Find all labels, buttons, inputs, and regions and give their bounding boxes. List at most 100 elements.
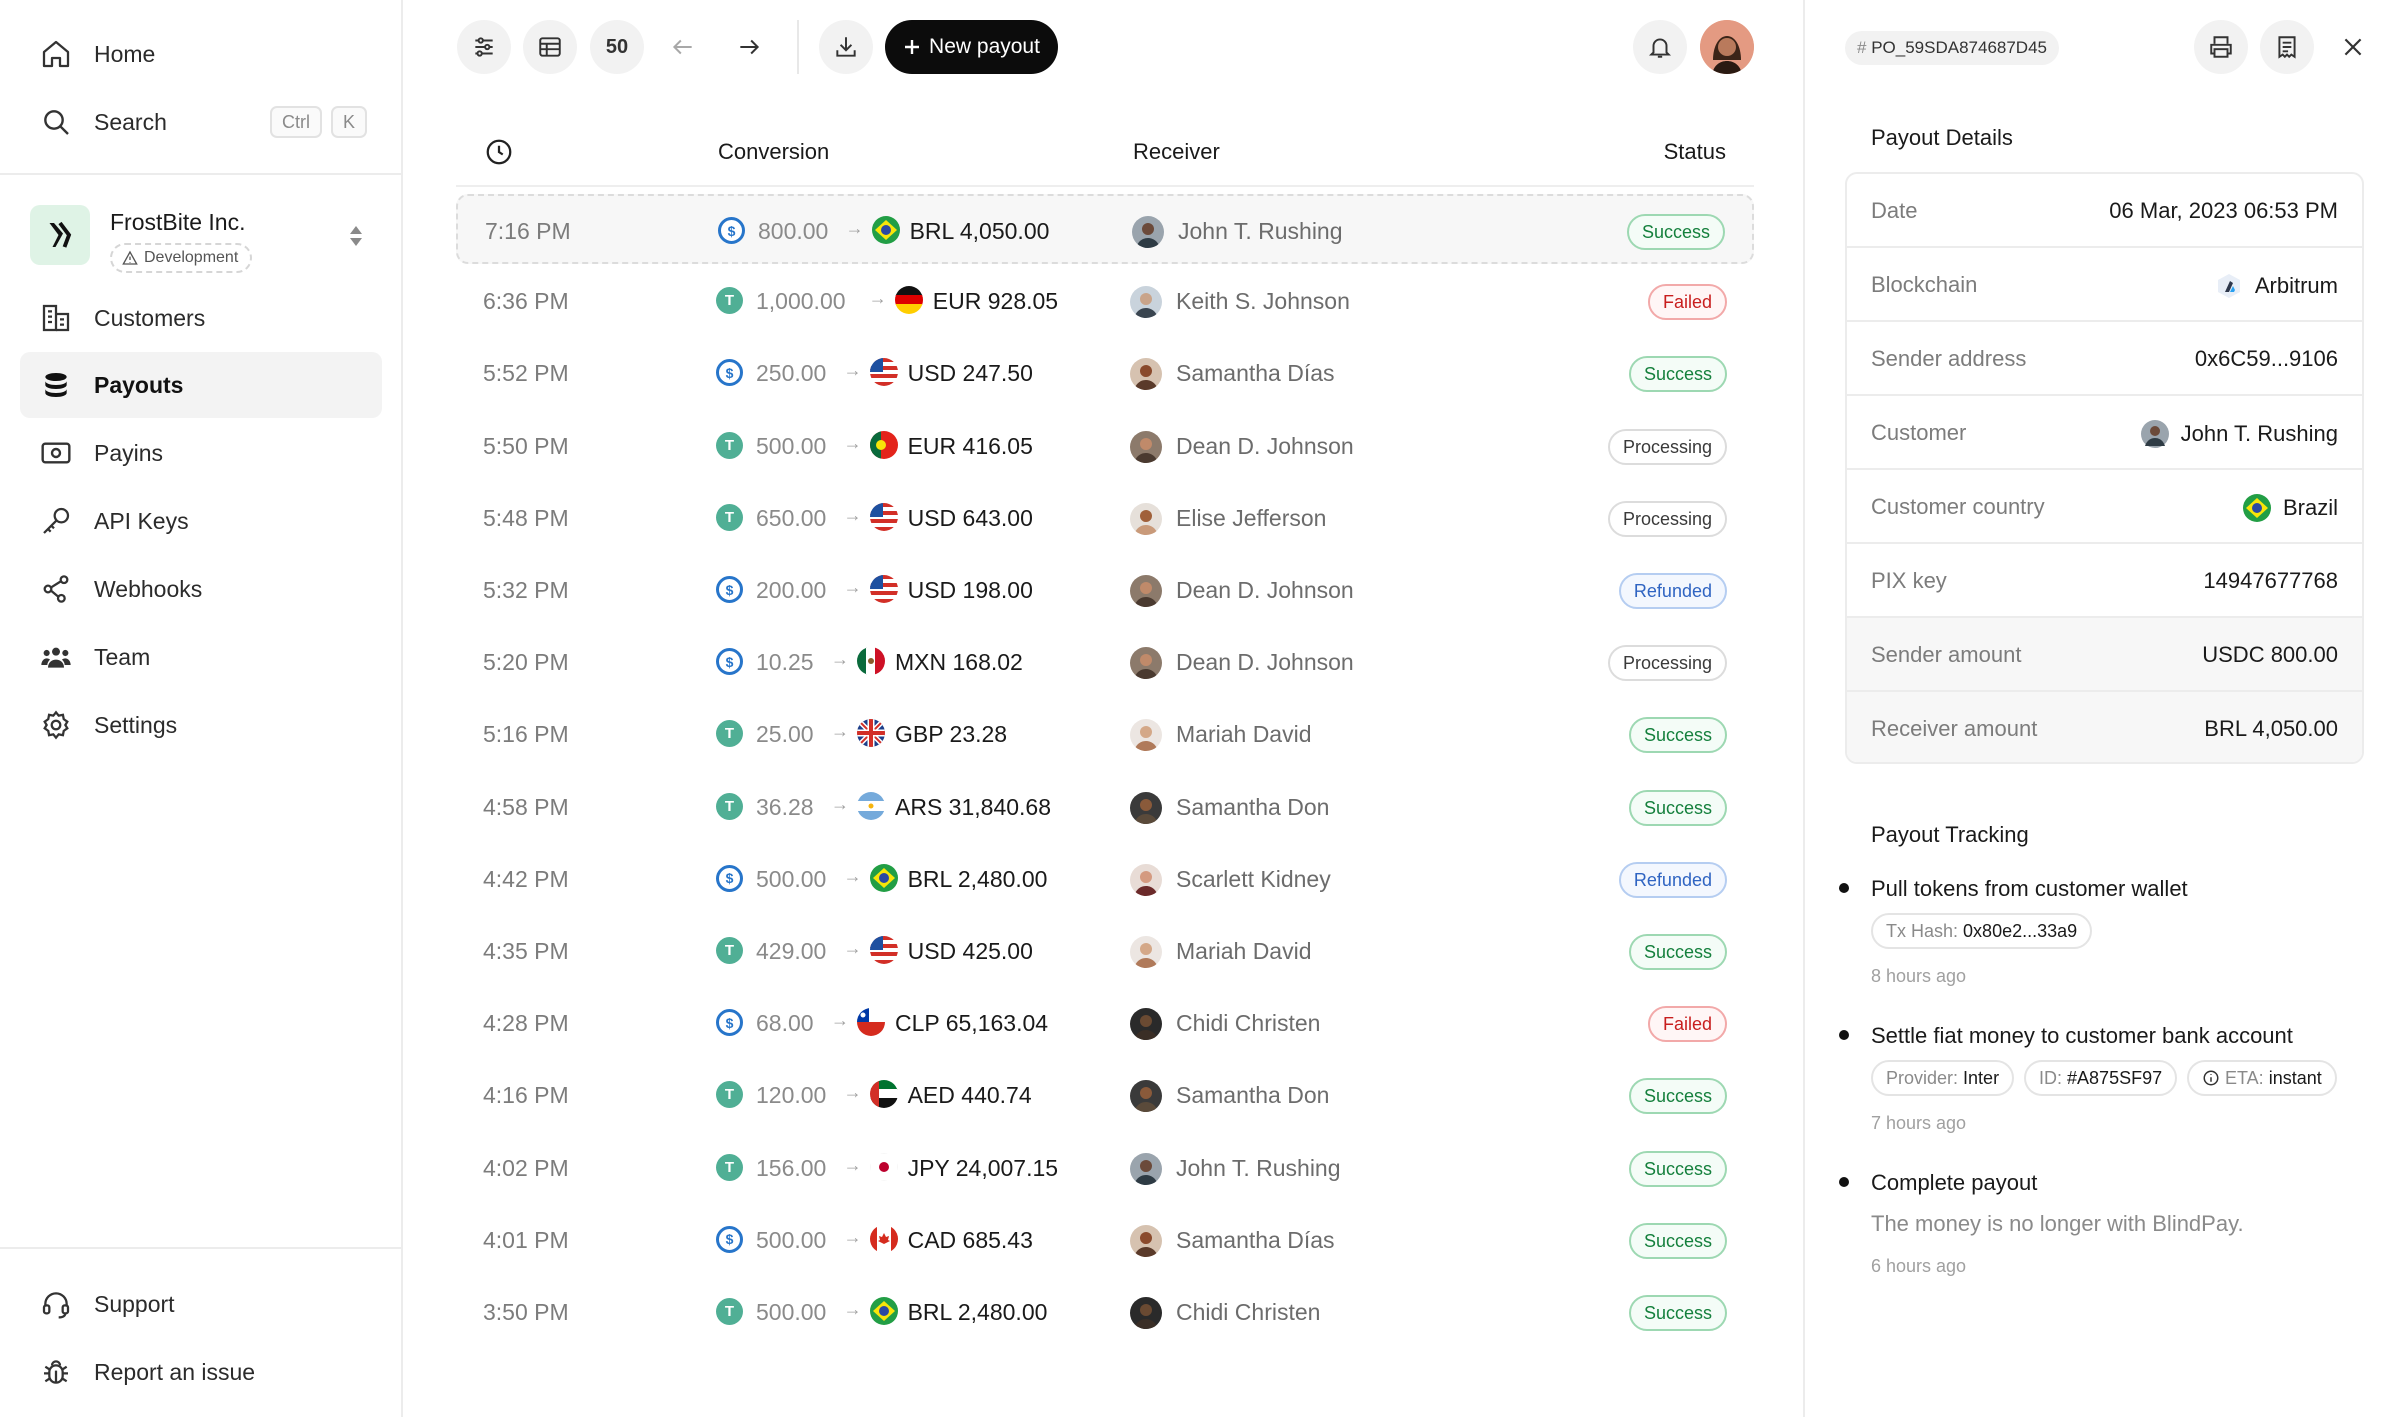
- receiver-name: Samantha Días: [1176, 360, 1335, 387]
- payout-time: 4:42 PM: [483, 865, 569, 892]
- usdt-token-icon: T: [716, 937, 743, 964]
- table-view-button[interactable]: [523, 20, 577, 74]
- org-switcher[interactable]: FrostBite Inc. Development: [30, 205, 375, 275]
- table-row[interactable]: 5:50 PM T 500.00 → EUR 416.05 Dean D. Johnson…: [456, 411, 1754, 481]
- payout-details-card: Date 06 Mar, 2023 06:53 PM Blockchain Ar…: [1845, 172, 2364, 764]
- sidebar-item-customers[interactable]: Customers: [20, 285, 382, 351]
- chevron-up-down-icon: [350, 226, 362, 246]
- receipt-icon: [2278, 36, 2296, 59]
- tx-hash-chip[interactable]: Tx Hash: 0x80e2...33a9: [1871, 913, 2093, 949]
- new-payout-label: New payout: [929, 35, 1040, 58]
- sender-amount: 1,000.00: [756, 288, 846, 315]
- payout-time: 4:28 PM: [483, 1010, 569, 1037]
- detail-value[interactable]: 14947677768: [2203, 568, 2338, 594]
- jp-flag-icon: [869, 1152, 898, 1181]
- status-badge: Success: [1628, 1295, 1727, 1331]
- table-row[interactable]: 5:32 PM $200.00 → USD 198.00 Dean D. Johnson…: [456, 555, 1754, 625]
- payout-time: 4:16 PM: [483, 1082, 569, 1109]
- search-icon: [44, 110, 69, 135]
- brazil-flag-icon: [2242, 494, 2271, 522]
- table-row[interactable]: 4:42 PM $500.00 → BRL 2,480.00 Scarlett Kidn…: [456, 844, 1754, 914]
- detail-value: Arbitrum: [2254, 273, 2338, 298]
- table-row[interactable]: 3:50 PM T 500.00 → BRL 2,480.00 Chidi Christe…: [456, 1277, 1754, 1347]
- arrow-left-icon: [672, 39, 692, 55]
- shortcut-key-ctrl: Ctrl: [270, 106, 322, 138]
- arrow-right-icon: →: [845, 218, 864, 238]
- detail-key: Customer country: [1871, 494, 2045, 519]
- column-header-receiver[interactable]: Receiver: [1133, 139, 1220, 165]
- payout-id: PO_59SDA874687D45: [1871, 38, 2047, 57]
- receiver-amount: EUR 928.05: [932, 288, 1059, 315]
- payout-id-chip[interactable]: # PO_59SDA874687D45: [1845, 31, 2059, 65]
- table-row[interactable]: 7:16 PM $800.00 → BRL 4,050.00 John T. Rushi…: [456, 194, 1754, 264]
- sender-amount: 500.00: [756, 1299, 827, 1325]
- previous-page-button[interactable]: [656, 20, 710, 74]
- receiver-name: Samantha Días: [1176, 1226, 1335, 1253]
- sender-amount: 10.25: [756, 649, 814, 676]
- bell-icon: [1648, 38, 1672, 58]
- tracking-step-title: Complete payout: [1871, 1170, 2038, 1195]
- headset-icon: [42, 1292, 70, 1319]
- sidebar-item-settings[interactable]: Settings: [20, 692, 382, 758]
- sidebar-item-api-keys[interactable]: API Keys: [20, 488, 382, 554]
- table-row[interactable]: 4:28 PM $68.00 → CLP 65,163.04 Chidi Christe…: [456, 988, 1754, 1058]
- table-row[interactable]: 5:52 PM $250.00 → USD 247.50 Samantha Días Su…: [456, 338, 1754, 408]
- receiver-amount: JPY 24,007.15: [907, 1154, 1059, 1181]
- chip-value: #A875SF97: [2067, 1068, 2163, 1088]
- download-button[interactable]: [819, 20, 873, 74]
- sender-amount: 650.00: [756, 504, 827, 531]
- detail-value[interactable]: 0x6C59...9106: [2195, 346, 2338, 372]
- sidebar-item-search[interactable]: Search: [20, 89, 382, 155]
- sender-amount: 500.00: [756, 865, 827, 892]
- warning-icon: [122, 250, 138, 265]
- sidebar-item-team[interactable]: Team: [20, 624, 382, 690]
- table-row[interactable]: 4:01 PM $500.00 → CAD 685.43 Samantha Días Su…: [456, 1205, 1754, 1275]
- receipt-button[interactable]: [2260, 20, 2314, 74]
- sidebar-item-home[interactable]: Home: [20, 21, 382, 87]
- user-avatar[interactable]: [1700, 20, 1754, 74]
- sliders-icon: [475, 37, 493, 57]
- transfer-id-chip[interactable]: ID: #A875SF97: [2024, 1060, 2178, 1096]
- payout-time: 4:58 PM: [483, 793, 569, 820]
- org-name: FrostBite Inc.: [110, 209, 246, 235]
- avatar: [1130, 502, 1162, 535]
- arbitrum-icon: [2217, 274, 2240, 298]
- status-badge: Processing: [1607, 500, 1727, 537]
- sidebar-item-webhooks[interactable]: Webhooks: [20, 556, 382, 622]
- close-panel-button[interactable]: [2326, 20, 2380, 74]
- table-row[interactable]: 4:58 PM T 36.28 → ARS 31,840.68 Samantha Don S…: [456, 772, 1754, 842]
- table-row[interactable]: 4:35 PM T 429.00 → USD 425.00 Mariah David Suc…: [456, 916, 1754, 986]
- table-row[interactable]: 6:36 PM T 1,000.00 → EUR 928.05 Keith S. John…: [456, 266, 1754, 336]
- sidebar-item-payins[interactable]: Payins: [20, 420, 382, 486]
- payout-time: 5:48 PM: [483, 504, 569, 531]
- page-size-button[interactable]: 50: [590, 20, 644, 74]
- table-row[interactable]: 4:02 PM T 156.00 → JPY 24,007.15 John T. Rush…: [456, 1133, 1754, 1203]
- table-header: Conversion Receiver Status: [456, 125, 1754, 187]
- table-row[interactable]: 5:16 PM T 25.00 → GBP 23.28 Mariah David Succe…: [456, 699, 1754, 769]
- receiver-amount: BRL 2,480.00: [907, 1299, 1048, 1325]
- table-row[interactable]: 5:20 PM $10.25 → MXN 168.02 Dean D. Johnson P…: [456, 627, 1754, 697]
- new-payout-button[interactable]: New payout: [885, 20, 1058, 74]
- sender-amount: 250.00: [756, 360, 827, 387]
- arrow-right-icon: →: [831, 1010, 849, 1031]
- next-page-button[interactable]: [722, 20, 776, 74]
- column-header-status[interactable]: Status: [1664, 139, 1726, 165]
- usdc-token-icon: $: [716, 864, 743, 892]
- column-header-conversion[interactable]: Conversion: [718, 139, 829, 165]
- print-button[interactable]: [2194, 20, 2248, 74]
- sidebar-item-report-issue[interactable]: Report an issue: [20, 1339, 382, 1405]
- notifications-button[interactable]: [1633, 20, 1687, 74]
- table-row[interactable]: 5:48 PM T 650.00 → USD 643.00 Elise Jefferson…: [456, 483, 1754, 553]
- avatar: [1130, 286, 1162, 319]
- detail-value[interactable]: John T. Rushing: [2181, 421, 2338, 447]
- sender-amount: 156.00: [756, 1154, 827, 1181]
- detail-row-sender-address: Sender address 0x6C59...9106: [1847, 322, 2362, 396]
- sidebar-item-payouts[interactable]: Payouts: [20, 352, 382, 418]
- status-badge: Processing: [1607, 428, 1727, 465]
- clock-icon[interactable]: [484, 137, 514, 167]
- customers-icon: [42, 304, 70, 332]
- sidebar-item-support[interactable]: Support: [20, 1271, 382, 1337]
- tracking-step-time: 8 hours ago: [1871, 966, 1967, 986]
- filter-button[interactable]: [457, 20, 511, 74]
- table-row[interactable]: 4:16 PM T 120.00 → AED 440.74 Samantha Don Suc…: [456, 1060, 1754, 1130]
